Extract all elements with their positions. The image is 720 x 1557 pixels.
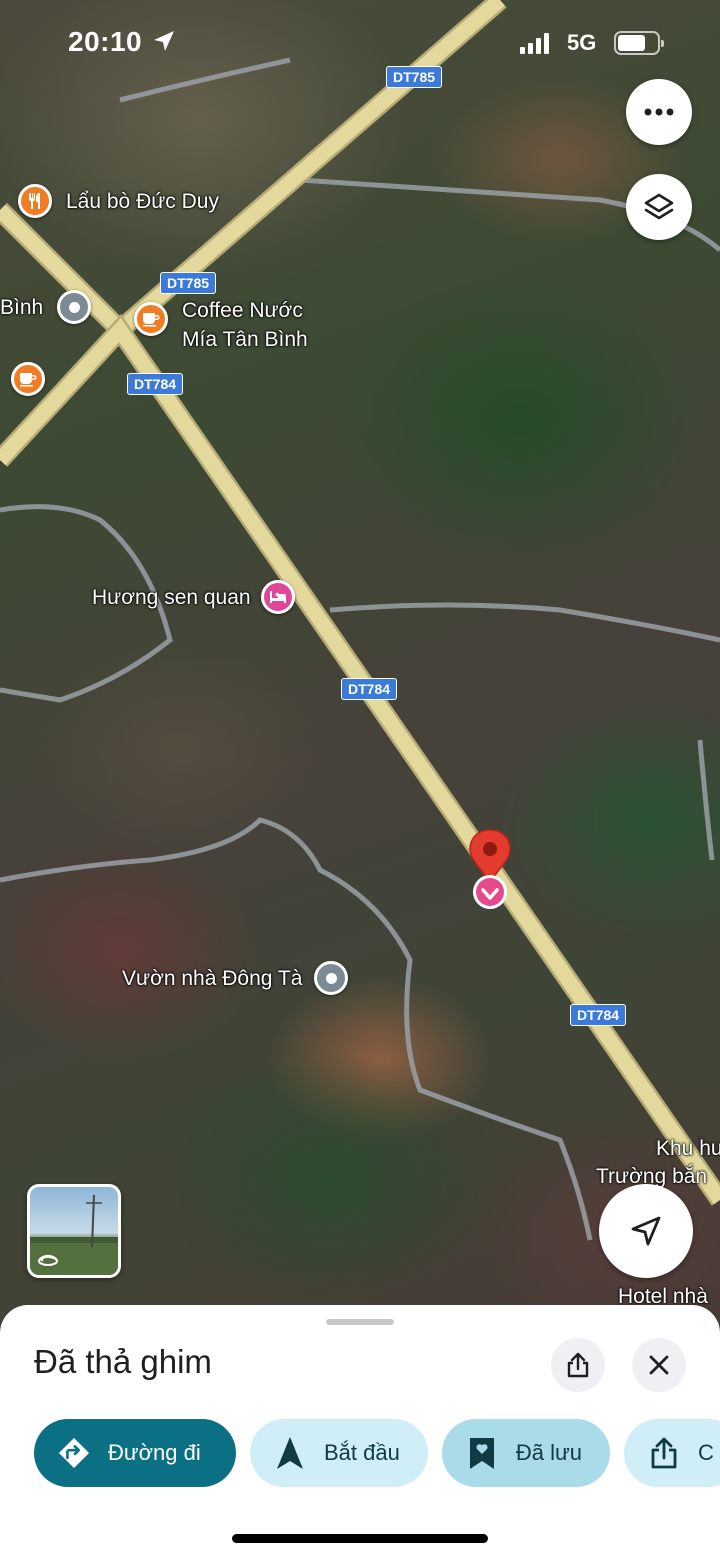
poi-vuon-nha-dong-ta[interactable]: Vườn nhà Đông Tà <box>122 961 349 995</box>
clock: 20:10 <box>68 26 143 57</box>
network-type: 5G <box>567 30 597 55</box>
poi-label: Hương sen quan <box>92 585 251 609</box>
saved-label: Đã lưu <box>515 1440 582 1465</box>
more-options-button[interactable] <box>626 79 692 145</box>
my-location-button[interactable] <box>599 1184 693 1278</box>
road-label-dt785: DT785 <box>160 272 217 294</box>
street-view-thumbnail[interactable] <box>27 1184 121 1278</box>
directions-icon <box>58 1437 90 1469</box>
close-icon <box>649 1355 669 1375</box>
share-chip-button[interactable]: C <box>623 1419 720 1487</box>
poi-coffee-nuoc-mia-tan-binh[interactable]: Coffee Nước Mía Tân Bình <box>134 299 308 354</box>
more-horizontal-icon <box>644 108 674 116</box>
street-view-preview <box>30 1194 118 1275</box>
satellite-map[interactable]: DT785 DT785 DT784 DT784 DT784 Lẩu bò Đức… <box>0 0 720 1330</box>
poi-label-khu: Khu hu <box>656 1137 720 1160</box>
poi-binh[interactable]: Bình <box>0 290 92 324</box>
navigation-icon <box>274 1437 306 1469</box>
poi-label-line2: Mía Tân Bình <box>182 328 308 351</box>
home-indicator[interactable] <box>232 1534 488 1543</box>
poi-label: Vườn nhà Đông Tà <box>122 966 303 990</box>
close-button[interactable] <box>632 1338 686 1392</box>
poi-label: Bình <box>0 295 44 319</box>
start-label: Bắt đầu <box>324 1440 400 1465</box>
start-navigation-button[interactable]: Bắt đầu <box>250 1419 428 1487</box>
poi-huong-sen-quan[interactable]: Hương sen quan <box>92 580 295 614</box>
fork-knife-icon <box>18 184 52 218</box>
dot-icon <box>314 961 349 995</box>
layers-icon <box>644 193 674 220</box>
bookmark-heart-icon <box>466 1437 498 1469</box>
battery-icon <box>614 31 664 55</box>
poi-label: Lẩu bò Đức Duy <box>66 189 219 213</box>
place-bottom-sheet[interactable]: Đã thả ghim Đường đi Bắt đầu Đã lưu C <box>0 1305 720 1557</box>
road-label-dt784: DT784 <box>341 678 398 700</box>
status-bar: 20:10 5G <box>0 0 720 86</box>
saved-button[interactable]: Đã lưu <box>441 1419 610 1487</box>
navigation-arrow-icon <box>631 1216 661 1246</box>
directions-label: Đường đi <box>108 1440 201 1465</box>
bed-icon <box>260 580 295 614</box>
map-layers-button[interactable] <box>626 174 692 240</box>
red-pin-icon <box>469 829 511 909</box>
dropped-pin[interactable] <box>466 828 514 912</box>
road-label-dt784: DT784 <box>127 373 184 395</box>
share-button[interactable] <box>551 1338 605 1392</box>
poi-label-line1: Coffee Nước <box>182 299 303 322</box>
drag-handle[interactable] <box>326 1319 394 1325</box>
directions-button[interactable]: Đường đi <box>34 1419 236 1487</box>
road-label-dt784: DT784 <box>570 1004 627 1026</box>
poi-lau-bo-duc-duy[interactable]: Lẩu bò Đức Duy <box>18 184 219 218</box>
share-chip-label: C <box>697 1440 714 1465</box>
coffee-cup-icon <box>134 302 168 336</box>
cellular-signal-icon <box>520 32 549 54</box>
sheet-title: Đã thả ghim <box>34 1343 212 1380</box>
share-icon <box>648 1437 680 1469</box>
action-chips: Đường đi Bắt đầu Đã lưu C <box>34 1419 720 1487</box>
share-icon <box>567 1352 589 1378</box>
dot-icon <box>57 290 92 324</box>
poi-cafe[interactable] <box>11 362 45 396</box>
location-arrow-icon <box>154 31 174 51</box>
coffee-cup-icon <box>11 362 45 396</box>
